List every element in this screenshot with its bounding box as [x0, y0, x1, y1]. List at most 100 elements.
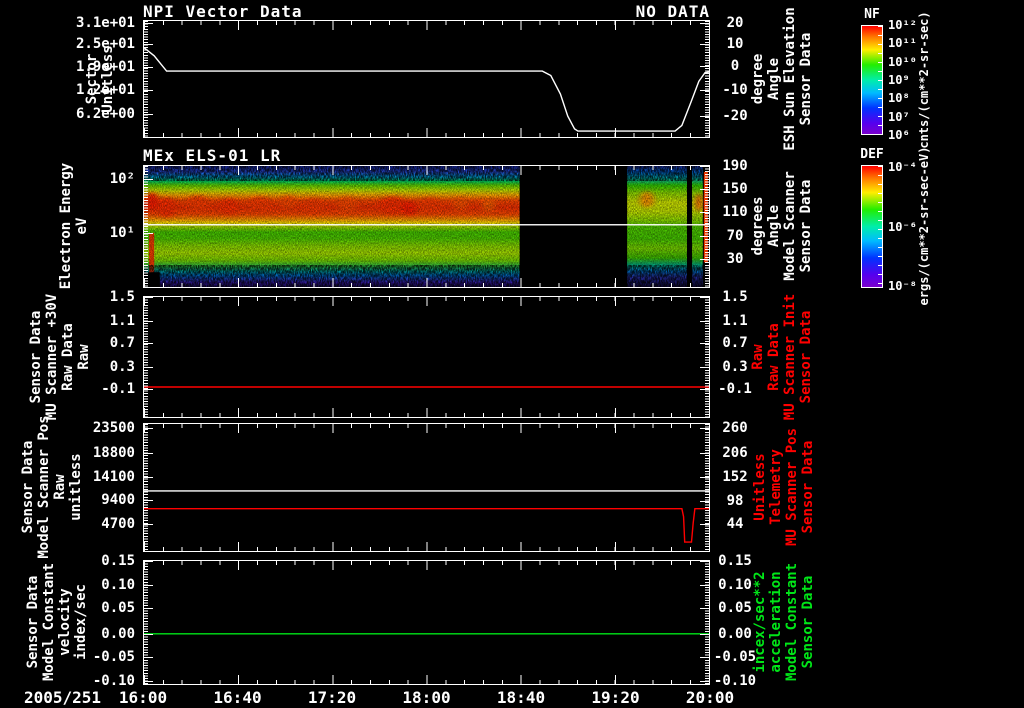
axis-label-line: Raw: [52, 474, 68, 500]
y-tick-label: 0.15: [101, 553, 135, 569]
y-tick-label: -0.1: [101, 381, 135, 398]
panel4-left-axis-label: Sensor Data Model Scanner Pos Raw unitless: [20, 415, 84, 558]
axis-label-line: MU Scanner Pos: [784, 427, 800, 547]
y-tick-label: 0.10: [718, 576, 752, 593]
y-tick-label: 260: [722, 419, 748, 436]
npi-vector-data-series: [144, 21, 709, 137]
colorbar-tick-label: 10¹⁰: [888, 54, 917, 69]
panel-model-constant: 0.15 0.10 0.05 0.00 -0.05 -0.10 0.15 0.10 0.05 0.…: [93, 553, 756, 689]
colorbar-tick-label: 10⁻⁸: [888, 278, 917, 293]
colorbar-def-unit-label: ergs/(cm**2-sr-sec-eV): [917, 146, 931, 306]
y-tick-label: 190: [722, 158, 748, 174]
panel1-title: NPI Vector Data: [143, 2, 303, 21]
els-spectrogram-image: [144, 166, 709, 287]
axis-label-line: MU Scanner +30V: [44, 293, 60, 421]
y-tick-label: 150: [722, 180, 748, 197]
axis-label-line: incex/sec**2: [752, 571, 768, 673]
colorbar-tick-marks: [878, 26, 882, 134]
y-tick-label: 10: [726, 35, 744, 52]
plot-stage: NPI Vector Data NO DATA MEx ELS-01 LR 3.…: [0, 0, 1024, 708]
x-tick-label: 16:00: [118, 688, 168, 707]
axis-label-line: Sensor Data: [25, 575, 41, 669]
y-tick-label: 110: [722, 203, 748, 220]
y-tick-label: 1.1: [109, 312, 135, 329]
y-tick-label: 0.05: [718, 600, 752, 617]
panel-els-spectrogram: 10² 10¹ 190 150 110 70 30: [110, 158, 748, 288]
colorbar-tick-label: 10⁶: [888, 128, 910, 142]
panel2-title: MEx ELS-01 LR: [143, 146, 282, 165]
axis-label-line: Angle: [766, 204, 782, 248]
x-tick-label: 16:40: [213, 688, 262, 707]
y-tick-label: -0.10: [92, 673, 135, 690]
y-tick-label: 0.7: [109, 335, 135, 352]
y-tick-label: 0.15: [718, 553, 752, 569]
axis-label-line: Unitless: [100, 45, 116, 113]
y-tick-label: 14100: [92, 469, 135, 486]
y-tick-label: -0.05: [713, 649, 757, 666]
mu-scanner-raw-series: [144, 297, 709, 417]
x-tick-label: 18:00: [402, 688, 451, 707]
y-tick-label: 30: [726, 251, 744, 268]
axis-label-line: Sensor Data: [798, 310, 814, 404]
x-tick-label: 18:40: [496, 688, 546, 707]
y-tick-label: 1.5: [722, 289, 748, 305]
y-tick-label: 0.7: [722, 335, 748, 352]
panel1-right-axis-label: Sensor Data ESH Sun Elevation Angle degree: [750, 7, 814, 150]
axis-label-line: velocity: [57, 588, 73, 656]
axis-label-line: Sensor Data: [798, 32, 814, 126]
panel1-left-axis-label: Sector Unitless: [84, 45, 116, 112]
axis-label-line: Angle: [766, 57, 782, 101]
colorbar-tick-label: 10⁻⁴: [888, 160, 917, 175]
axis-label-line: Raw Data: [60, 323, 76, 391]
axis-label-line: degree: [750, 53, 766, 105]
y-tick-label: 0: [730, 58, 740, 75]
axis-label-line: Sensor Data: [800, 440, 816, 534]
axis-label-line: Sensor Data: [800, 575, 816, 669]
colorbar-tick-label: 10⁸: [888, 91, 910, 106]
axis-label-line: Model Scanner: [782, 171, 798, 281]
y-tick-label: 10²: [109, 170, 135, 187]
panel5-left-axis-label: Sensor Data Model Constant velocity index/s…: [25, 563, 89, 681]
colorbar-tick-label: 10¹²: [888, 18, 917, 32]
y-tick-label: 0.3: [109, 358, 135, 375]
y-tick-label: 0.05: [101, 600, 135, 617]
y-tick-label: 0.00: [718, 625, 752, 642]
y-tick-label: -0.10: [713, 673, 757, 690]
y-tick-label: -0.1: [718, 381, 752, 398]
axis-label-line: Sector: [84, 53, 100, 105]
colorbar-nf: NF 10¹² 10¹¹ 10¹⁰ 10⁹ 10⁸ 10⁷ 10⁶: [861, 7, 917, 142]
panel2-right-axis-label: Sensor Data Model Scanner Angle degrees: [750, 171, 814, 281]
axis-label-line: index/sec: [73, 584, 89, 660]
axis-label-line: unitless: [68, 453, 84, 521]
y-tick-label: 3.1e+01: [75, 15, 135, 32]
colorbar-nf-title: NF: [864, 7, 880, 22]
axis-label-line: Telemetry: [768, 449, 784, 525]
panel-npi-vector-data: 3.1e+01 2.5e+01 1.9e+01 1.2e+01 6.2e+00 20 10 0…: [76, 15, 748, 138]
panel1-status-no-data: NO DATA: [635, 2, 710, 21]
y-tick-label: 70: [726, 228, 744, 245]
panel3-left-axis-label: Sensor Data MU Scanner +30V Raw Data Raw: [28, 294, 92, 420]
y-tick-label: 9400: [101, 492, 135, 509]
y-tick-label: 98: [726, 493, 744, 510]
y-tick-label: 1.5: [109, 289, 135, 305]
panel4-right-axis-label: Sensor Data MU Scanner Pos Telemetry Unitle…: [752, 428, 816, 546]
y-tick-label: -20: [722, 108, 748, 125]
axis-label-line: ESH Sun Elevation: [782, 7, 798, 151]
panel-scanner-pos: 23500 18800 14100 9400 4700 260 206 152 98 44: [93, 420, 748, 552]
colorbar-tick-label: 10⁹: [888, 73, 910, 87]
panel5-right-axis-label: Sensor Data Model Constant acceleration inc…: [752, 563, 816, 681]
mu-scanner-pos-telemetry-line: [144, 509, 709, 542]
y-tick-label: -10: [722, 81, 748, 98]
x-axis-tick-labels: 16:00 16:40 17:20 18:00 18:40 19:20 20:00: [119, 688, 734, 708]
x-tick-label: 17:20: [307, 688, 357, 707]
y-tick-label: 23500: [92, 419, 135, 436]
axis-label-line: Model Constant: [784, 562, 800, 682]
y-tick-label: 206: [722, 444, 748, 461]
x-tick-label: 19:20: [591, 688, 640, 707]
y-tick-label: 10¹: [109, 224, 135, 241]
y-tick-label: 20: [726, 15, 744, 32]
panel3-right-axis-label: Sensor Data MU Scanner Init Raw Data Raw: [750, 294, 814, 420]
y-tick-label: 4700: [101, 516, 135, 533]
y-tick-label: 0.3: [722, 358, 748, 375]
colorbar-tick-label: 10¹¹: [888, 36, 917, 51]
